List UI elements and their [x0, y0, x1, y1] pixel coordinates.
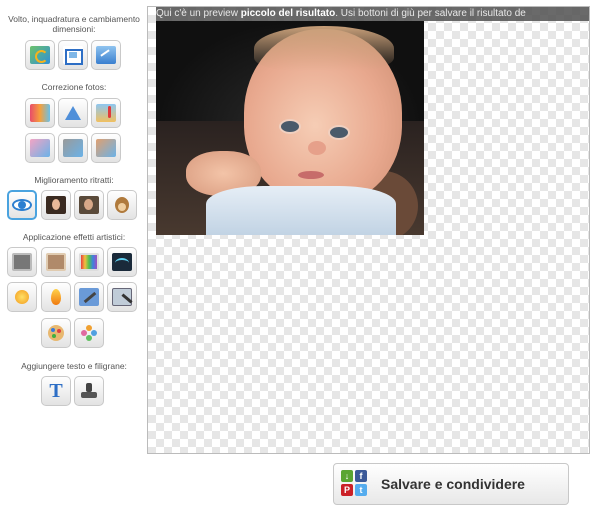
- drawing-icon: [112, 288, 133, 306]
- sharpen-button[interactable]: [58, 98, 88, 128]
- preview-photo: [156, 21, 424, 235]
- draw-button[interactable]: [107, 282, 137, 312]
- facebook-icon: f: [355, 470, 367, 482]
- palette-button[interactable]: [41, 318, 71, 348]
- save-share-label: Salvare e condividere: [381, 476, 525, 492]
- color-balance-button[interactable]: [25, 98, 55, 128]
- stamp-icon: [79, 382, 99, 400]
- monkey-icon: [112, 196, 132, 214]
- download-icon: ↓: [341, 470, 353, 482]
- diamond-icon: [63, 104, 83, 122]
- fire-effect-button[interactable]: [41, 282, 71, 312]
- info-text-bold: piccolo del risultato: [240, 8, 336, 19]
- baby-clothes: [206, 186, 396, 235]
- sun-effect-button[interactable]: [7, 282, 37, 312]
- brightness-icon: [30, 139, 50, 157]
- add-text-button[interactable]: T: [41, 376, 71, 406]
- rainbow-icon: [79, 253, 99, 271]
- flame-icon: [46, 288, 66, 306]
- brightness-button[interactable]: [25, 133, 55, 163]
- flower-icon: [79, 324, 99, 342]
- info-text-rest: . Usi bottoni di giù per salvare il risu…: [335, 8, 526, 19]
- contrast-icon: [63, 139, 83, 157]
- contrast-button[interactable]: [58, 133, 88, 163]
- sketch-button[interactable]: [74, 282, 104, 312]
- pinterest-icon: P: [341, 484, 353, 496]
- twitter-icon: t: [355, 484, 367, 496]
- retouch-button[interactable]: [74, 190, 104, 220]
- section-title-crop-resize: Volto, inquadratura e cambiamento dimens…: [8, 14, 140, 34]
- crop-tool-button[interactable]: [58, 40, 88, 70]
- preview-canvas: Qui c'è un preview piccolo del risultato…: [147, 6, 590, 454]
- resize-icon: [96, 46, 116, 64]
- frame-icon: [12, 253, 32, 271]
- face-icon: [46, 196, 66, 214]
- color-balance-icon: [30, 104, 50, 122]
- resize-tool-button[interactable]: [91, 40, 121, 70]
- sepia-icon: [46, 253, 66, 271]
- watermark-button[interactable]: [74, 376, 104, 406]
- rotate-icon: [30, 46, 50, 64]
- sun-icon: [12, 288, 32, 306]
- temperature-button[interactable]: [91, 98, 121, 128]
- info-text: Qui c'è un preview: [156, 8, 241, 19]
- crop-icon: [63, 46, 83, 65]
- section-title-portrait: Miglioramento ritratti:: [34, 175, 114, 185]
- thermometer-icon: [96, 104, 116, 122]
- rotate-tool-button[interactable]: [25, 40, 55, 70]
- social-icons: ↓ f P t: [341, 470, 369, 498]
- frame-gray-button[interactable]: [7, 247, 37, 277]
- saturation-button[interactable]: [91, 133, 121, 163]
- section-title-artistic-effects: Applicazione effetti artistici:: [22, 232, 126, 242]
- pencil-icon: [79, 288, 99, 306]
- curves-icon: [112, 253, 132, 271]
- eye-icon: [12, 196, 32, 214]
- curves-button[interactable]: [107, 247, 137, 277]
- section-title-text-watermark: Aggiungere testo e filigrane:: [21, 361, 127, 371]
- frame-sepia-button[interactable]: [41, 247, 71, 277]
- section-title-photo-correction: Correzione fotos:: [41, 82, 107, 92]
- red-eye-button[interactable]: [7, 190, 37, 220]
- skin-smoothing-button[interactable]: [41, 190, 71, 220]
- saturation-icon: [96, 139, 116, 157]
- preview-info-bar: Qui c'è un preview piccolo del risultato…: [156, 7, 589, 21]
- face-retouch-icon: [79, 196, 99, 214]
- text-tool-icon: T: [49, 379, 63, 402]
- save-share-button[interactable]: ↓ f P t Salvare e condividere: [333, 463, 569, 505]
- flower-button[interactable]: [74, 318, 104, 348]
- rainbow-button[interactable]: [74, 247, 104, 277]
- caricature-button[interactable]: [107, 190, 137, 220]
- palette-icon: [46, 324, 66, 342]
